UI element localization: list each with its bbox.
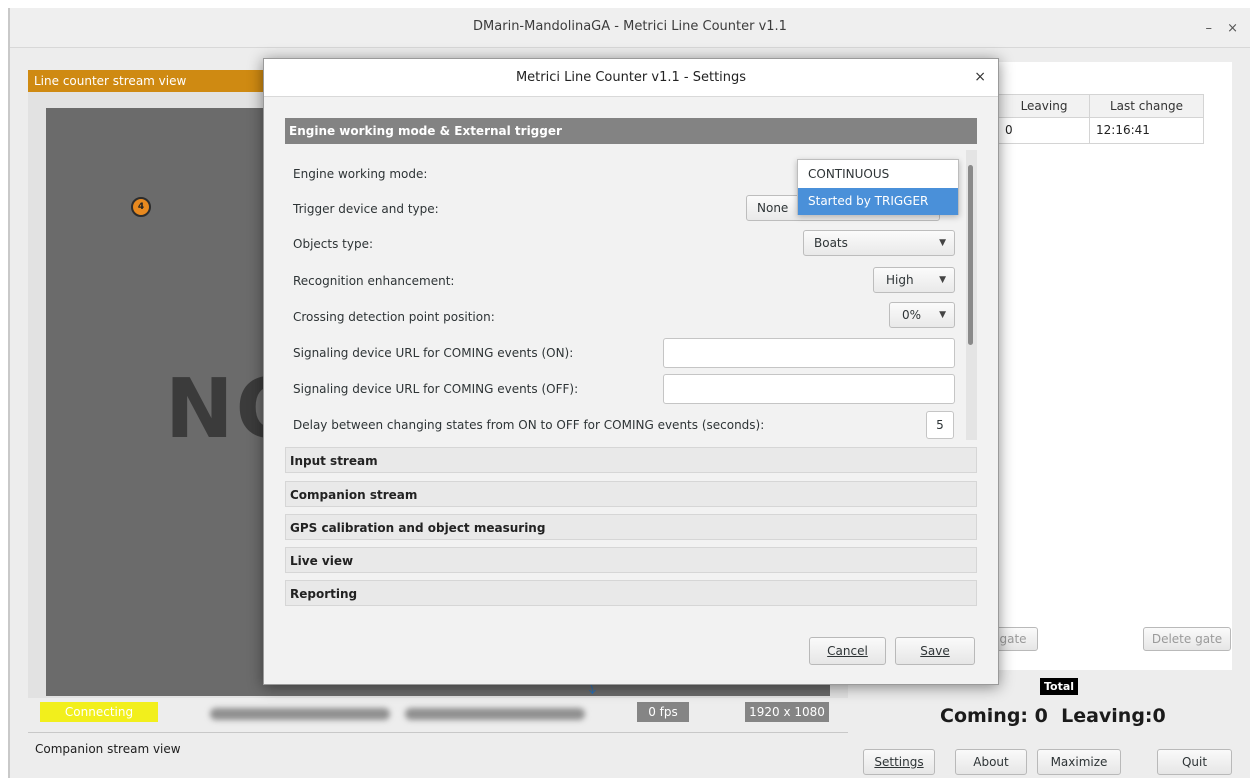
- recognition-label: Recognition enhancement:: [293, 274, 455, 288]
- chevron-down-icon: ▼: [939, 310, 946, 320]
- section-companion-stream[interactable]: Companion stream: [285, 481, 977, 507]
- fps-indicator: 0 fps: [637, 702, 689, 722]
- stream-view-header-label: Line counter stream view: [34, 74, 187, 88]
- resolution-indicator: 1920 x 1080: [745, 702, 829, 722]
- total-label: Total: [1040, 678, 1079, 695]
- delay-spinbox[interactable]: 5: [926, 411, 954, 439]
- quit-button[interactable]: Quit: [1157, 749, 1232, 775]
- crossing-point-select[interactable]: 0% ▼: [889, 302, 955, 328]
- window-title: DMarin-MandolinaGA - Metrici Line Counte…: [473, 19, 787, 34]
- cancel-button-label: Cancel: [827, 644, 868, 658]
- delay-label: Delay between changing states from ON to…: [293, 418, 765, 432]
- about-button-label: About: [973, 755, 1009, 769]
- redacted-info-bar: [210, 708, 390, 720]
- objects-type-label: Objects type:: [293, 237, 373, 251]
- maximize-button[interactable]: Maximize: [1037, 749, 1121, 775]
- cancel-button[interactable]: Cancel: [809, 637, 886, 665]
- panel-divider: [28, 732, 848, 733]
- redacted-info-bar: [405, 708, 585, 720]
- crossing-point-value: 0%: [902, 308, 922, 322]
- section-input-stream[interactable]: Input stream: [285, 447, 977, 473]
- connection-status-badge: Connecting: [40, 702, 158, 722]
- totals-counter: Coming: 0 Leaving:0: [940, 705, 1166, 727]
- engine-mode-dropdown: CONTINUOUS Started by TRIGGER: [797, 159, 959, 215]
- delete-gate-button[interactable]: Delete gate: [1143, 627, 1231, 651]
- table-cell-last-change[interactable]: 12:16:41: [1089, 118, 1204, 144]
- column-header-leaving[interactable]: Leaving: [998, 94, 1090, 118]
- objects-type-value: Boats: [814, 236, 848, 250]
- quit-button-label: Quit: [1181, 755, 1208, 769]
- table-cell-leaving[interactable]: 0: [998, 118, 1090, 144]
- title-bar: DMarin-MandolinaGA - Metrici Line Counte…: [10, 8, 1250, 48]
- dialog-header: Metrici Line Counter v1.1 - Settings ×: [264, 59, 998, 97]
- stream-view-header: Line counter stream view: [28, 70, 268, 92]
- dialog-title: Metrici Line Counter v1.1 - Settings: [515, 70, 747, 85]
- settings-button[interactable]: Settings: [863, 749, 935, 775]
- url-on-label: Signaling device URL for COMING events (…: [293, 346, 574, 360]
- window-close-button[interactable]: ×: [1227, 22, 1238, 35]
- section-gps-calibration[interactable]: GPS calibration and object measuring: [285, 514, 977, 540]
- chevron-down-icon: ▼: [939, 238, 946, 248]
- minimize-button[interactable]: –: [1206, 22, 1213, 35]
- trigger-device-value: None: [757, 201, 789, 215]
- companion-stream-header: Companion stream view: [35, 742, 181, 756]
- option-continuous[interactable]: CONTINUOUS: [798, 161, 958, 188]
- trigger-device-label: Trigger device and type:: [293, 202, 439, 216]
- about-button[interactable]: About: [955, 749, 1027, 775]
- objects-type-select[interactable]: Boats ▼: [803, 230, 955, 256]
- url-off-input[interactable]: [663, 374, 955, 404]
- column-header-last-change[interactable]: Last change: [1089, 94, 1204, 118]
- engine-mode-label: Engine working mode:: [293, 167, 428, 181]
- url-on-input[interactable]: [663, 338, 955, 368]
- url-off-label: Signaling device URL for COMING events (…: [293, 382, 579, 396]
- dialog-close-icon[interactable]: ×: [974, 69, 986, 85]
- object-marker-icon: 4: [131, 197, 151, 217]
- section-reporting[interactable]: Reporting: [285, 580, 977, 606]
- recognition-value: High: [886, 273, 914, 287]
- option-started-by-trigger[interactable]: Started by TRIGGER: [798, 188, 958, 215]
- save-button[interactable]: Save: [895, 637, 975, 665]
- settings-button-label: Settings: [874, 755, 924, 769]
- chevron-down-icon: ▼: [939, 275, 946, 285]
- section-engine-mode-header[interactable]: Engine working mode & External trigger: [285, 118, 977, 144]
- maximize-button-label: Maximize: [1050, 755, 1108, 769]
- scrollbar-thumb[interactable]: [968, 165, 973, 345]
- save-button-label: Save: [920, 644, 950, 658]
- section-live-view[interactable]: Live view: [285, 547, 977, 573]
- recognition-select[interactable]: High ▼: [873, 267, 955, 293]
- crossing-point-label: Crossing detection point position:: [293, 310, 495, 324]
